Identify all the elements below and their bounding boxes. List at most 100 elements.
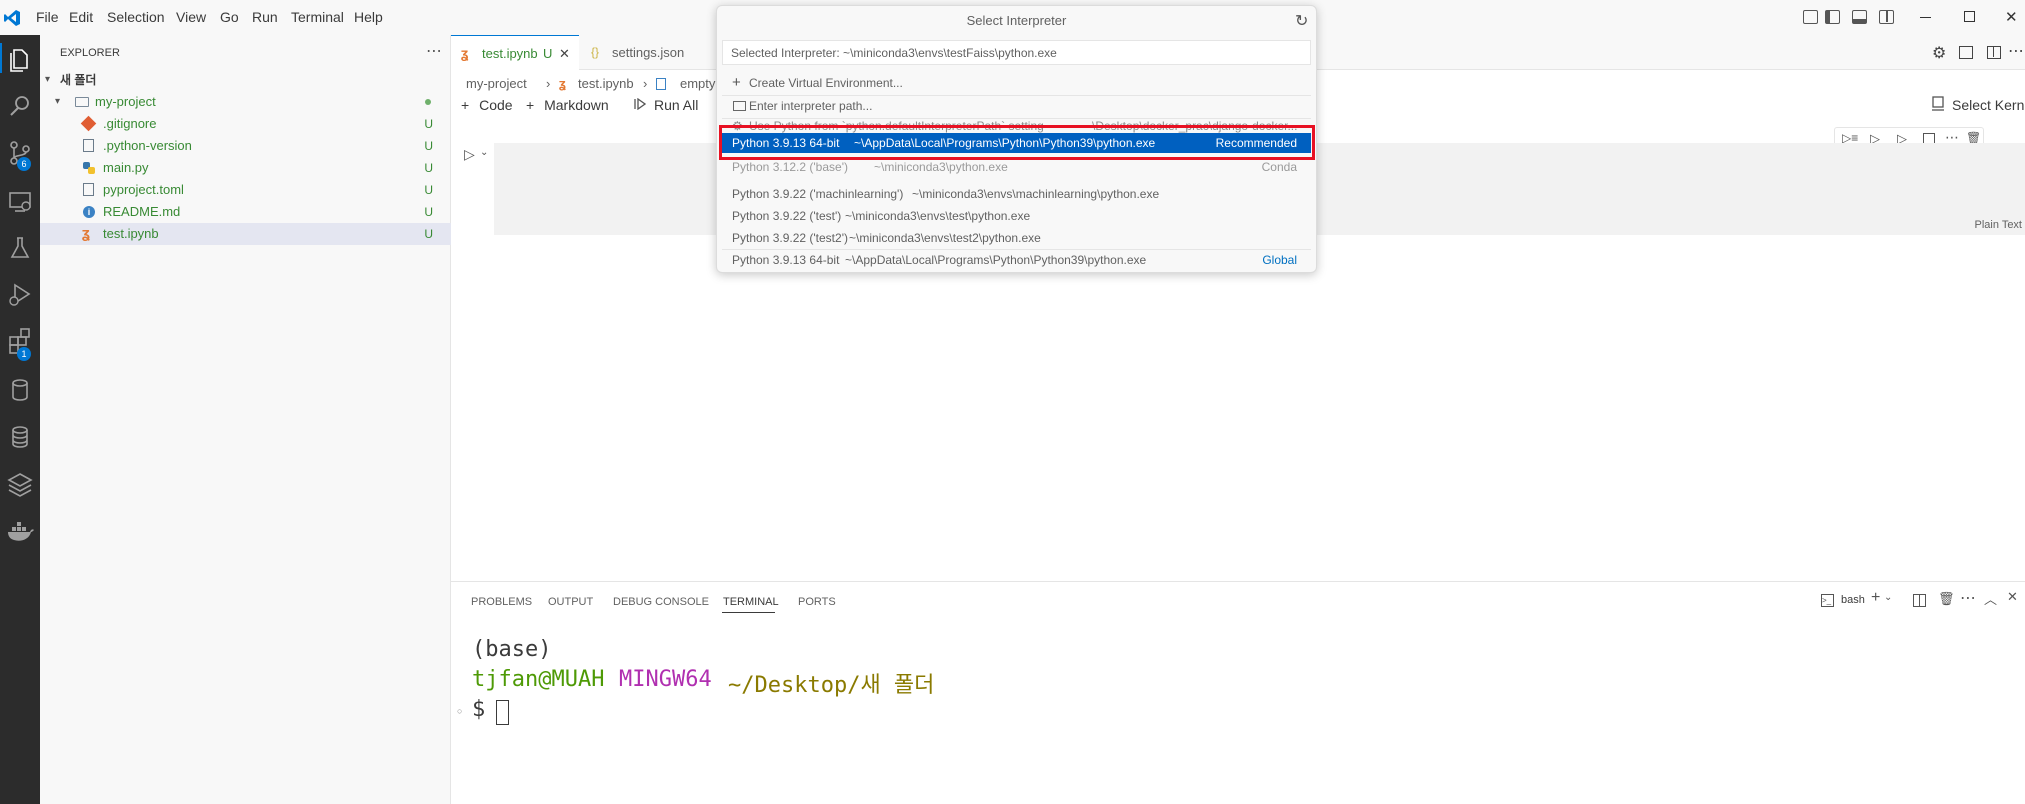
layers-icon[interactable] <box>4 468 36 500</box>
chevron-down-icon: ▾ <box>45 74 51 85</box>
chevron-down-icon[interactable]: ⌄ <box>1884 592 1892 603</box>
file-test-ipynb[interactable]: ʓ test.ipynb U <box>40 223 451 245</box>
tab-test-ipynb[interactable]: ʓ test.ipynb U ✕ <box>451 35 579 70</box>
cell-language-label[interactable]: Plain Text <box>1975 219 2023 231</box>
tab-output[interactable]: OUTPUT <box>548 596 593 608</box>
enter-path-item[interactable]: Enter interpreter path... <box>722 96 1311 116</box>
select-interpreter-quick-pick: Select Interpreter ↻ Selected Interprete… <box>716 5 1317 273</box>
toggle-panel-icon[interactable] <box>1852 10 1867 24</box>
chevron-down-icon[interactable]: ⌄ <box>480 147 488 158</box>
remote-explorer-icon[interactable] <box>4 185 36 217</box>
python-file-icon <box>82 161 96 175</box>
gear-icon[interactable]: ⚙ <box>1932 43 1946 63</box>
close-panel-icon[interactable]: ✕ <box>2007 589 2018 605</box>
docker-icon[interactable] <box>4 516 36 548</box>
close-tab-icon[interactable]: ✕ <box>559 36 570 71</box>
cell-icon <box>656 78 666 90</box>
folder-my-project[interactable]: ▾ my-project <box>40 91 451 113</box>
breadcrumb-folder[interactable]: my-project <box>466 73 527 95</box>
file-python-version[interactable]: .python-version U <box>40 135 451 157</box>
tab-settings-json[interactable]: {} settings.json <box>579 35 699 70</box>
file-gitignore[interactable]: .gitignore U <box>40 113 451 135</box>
more-actions-icon[interactable]: ⋯ <box>2008 41 2024 61</box>
tab-terminal[interactable]: TERMINAL <box>723 596 779 608</box>
menu-run[interactable]: Run <box>252 9 278 25</box>
interpreter-item-test[interactable]: Python 3.9.22 ('test') ~\miniconda3\envs… <box>722 206 1311 226</box>
terminal-shell-label[interactable]: bash <box>1841 594 1865 606</box>
more-actions-icon[interactable]: ⋯ <box>1960 588 1976 608</box>
item-detail: ~\miniconda3\python.exe <box>874 160 1008 174</box>
item-tag: Conda <box>1261 160 1297 174</box>
file-readme[interactable]: i README.md U <box>40 201 451 223</box>
untracked-badge: U <box>424 205 433 219</box>
chevron-right-icon: › <box>546 76 551 91</box>
chevron-right-icon: › <box>643 76 648 91</box>
search-icon[interactable] <box>4 90 36 122</box>
folder-icon <box>733 101 746 111</box>
run-debug-icon[interactable] <box>4 278 36 310</box>
git-file-icon <box>80 115 97 132</box>
vscode-logo-icon <box>3 9 21 27</box>
open-changes-icon[interactable] <box>1959 46 1973 59</box>
menu-edit[interactable]: Edit <box>69 9 93 25</box>
more-actions-icon[interactable]: ⋯ <box>426 41 442 61</box>
tab-ports[interactable]: PORTS <box>798 596 836 608</box>
interpreter-search-input[interactable]: Selected Interpreter: ~\miniconda3\envs\… <box>722 40 1311 65</box>
new-terminal-icon[interactable]: + <box>1871 589 1880 607</box>
menu-go[interactable]: Go <box>220 9 239 25</box>
close-window-icon[interactable]: ✕ <box>2005 8 2018 26</box>
menu-terminal[interactable]: Terminal <box>291 9 344 25</box>
menu-help[interactable]: Help <box>354 9 383 25</box>
folder-icon <box>75 97 89 107</box>
run-cell-button[interactable]: ▷ <box>464 146 475 163</box>
file-main-py[interactable]: main.py U <box>40 157 451 179</box>
split-editor-icon[interactable] <box>1987 46 2001 59</box>
customize-layout-icon[interactable] <box>1803 10 1818 24</box>
restore-icon[interactable] <box>1964 11 1975 22</box>
breadcrumb-file[interactable]: test.ipynb <box>578 73 634 95</box>
item-label: Python 3.9.13 64-bit <box>732 253 840 267</box>
testing-icon[interactable] <box>4 232 36 264</box>
file-pyproject-toml[interactable]: pyproject.toml U <box>40 179 451 201</box>
run-all-button[interactable]: Run All <box>654 97 698 113</box>
create-venv-item[interactable]: + Create Virtual Environment... <box>722 73 1311 93</box>
menu-selection[interactable]: Selection <box>107 9 165 25</box>
json-file-icon: {} <box>591 45 600 59</box>
interpreter-item-recommended[interactable]: Python 3.9.13 64-bit ~\AppData\Local\Pro… <box>722 133 1311 153</box>
untracked-badge: U <box>424 227 433 241</box>
workspace-root[interactable]: ▾ 새 폴더 <box>40 69 451 91</box>
trash-icon[interactable]: 🗑 <box>1938 591 1955 607</box>
tab-debug-console[interactable]: DEBUG CONSOLE <box>613 596 709 608</box>
database-icon[interactable] <box>4 374 36 406</box>
active-tab-underline <box>722 612 775 613</box>
explorer-icon[interactable] <box>4 43 36 75</box>
explorer-sidebar: EXPLORER ⋯ ▾ 새 폴더 ▾ my-project .gitignor… <box>40 35 451 804</box>
terminal-cursor[interactable] <box>496 700 509 725</box>
interpreter-item-base[interactable]: Python 3.12.2 ('base') ~\miniconda3\pyth… <box>722 160 1311 174</box>
maximize-panel-icon[interactable]: ︿ <box>1984 589 1997 608</box>
source-control-badge: 6 <box>17 157 31 171</box>
modified-dot <box>425 99 431 105</box>
minimize-icon[interactable] <box>1920 17 1931 18</box>
terminal-icon: >_ <box>1821 594 1834 607</box>
menu-view[interactable]: View <box>176 9 206 25</box>
split-terminal-icon[interactable] <box>1913 594 1926 607</box>
interpreter-item-global[interactable]: Python 3.9.13 64-bit ~\AppData\Local\Pro… <box>722 250 1311 270</box>
interpreter-item-test2[interactable]: Python 3.9.22 ('test2') ~\miniconda3\env… <box>722 228 1311 248</box>
item-label: Python 3.9.22 ('test2') <box>732 231 848 245</box>
kernel-icon <box>1931 96 1945 112</box>
menu-file[interactable]: File <box>36 9 59 25</box>
add-markdown-button[interactable]: + Markdown <box>526 97 609 113</box>
tab-problems[interactable]: PROBLEMS <box>471 596 532 608</box>
toggle-secondary-sidebar-icon[interactable] <box>1879 10 1894 24</box>
select-kernel-button[interactable]: Select Kernel <box>1952 97 2025 113</box>
item-detail: ~\AppData\Local\Programs\Python\Python39… <box>845 253 1147 267</box>
toggle-primary-sidebar-icon[interactable] <box>1825 10 1840 24</box>
database-icon[interactable] <box>4 421 36 453</box>
terminal-prompt: $ <box>472 697 486 722</box>
refresh-icon[interactable]: ↻ <box>1295 11 1308 31</box>
interpreter-item-machinlearning[interactable]: Python 3.9.22 ('machinlearning') ~\minic… <box>722 184 1311 204</box>
add-code-button[interactable]: + Code <box>461 97 513 113</box>
explorer-title: EXPLORER <box>60 47 120 59</box>
notebook-file-icon: ʓ <box>559 76 566 91</box>
